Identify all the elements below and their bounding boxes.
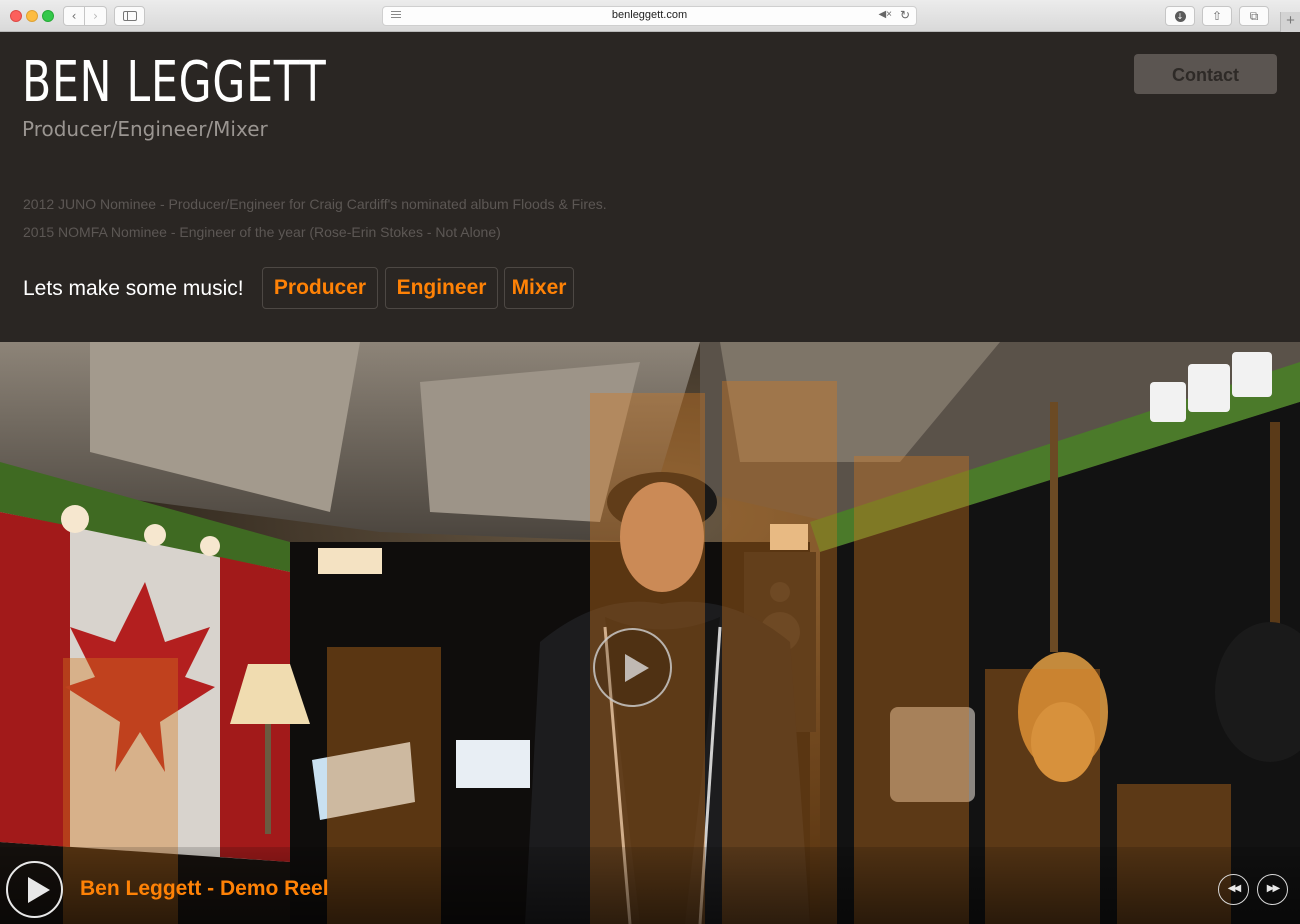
audio-player-bar: Ben Leggett - Demo Reel ◀◀ ▶▶ <box>0 847 1300 924</box>
site-logo[interactable]: BEN LEGGETT <box>22 48 327 118</box>
address-bar[interactable]: benleggett.com ◀× ↻ <box>382 6 917 26</box>
chevron-left-icon: ‹ <box>71 9 77 23</box>
rewind-button[interactable]: ◀◀ <box>1218 874 1249 905</box>
zoom-window-button[interactable] <box>42 10 54 22</box>
new-tab-button[interactable]: + <box>1280 12 1300 32</box>
site-subtitle: Producer/Engineer/Mixer <box>22 117 268 141</box>
play-icon <box>625 654 649 682</box>
track-title: Ben Leggett - Demo Reel <box>80 877 329 900</box>
tagline: Lets make some music! <box>23 277 244 300</box>
browser-toolbar: ‹ › benleggett.com ◀× ↻ ↓ ⇧ ⧉ + <box>0 0 1300 32</box>
chevron-right-icon: › <box>93 9 98 23</box>
show-tabs-button[interactable]: ⧉ <box>1239 6 1269 26</box>
sidebar-icon <box>122 11 137 21</box>
tabs-icon: ⧉ <box>1249 8 1259 23</box>
play-icon <box>28 877 50 903</box>
producer-button[interactable]: Producer <box>262 267 378 309</box>
sidebar-button[interactable] <box>114 6 145 26</box>
award-line: 2012 JUNO Nominee - Producer/Engineer fo… <box>23 196 607 212</box>
reload-icon[interactable]: ↻ <box>900 8 910 22</box>
overlay-play-button[interactable] <box>593 628 672 707</box>
award-line: 2015 NOMFA Nominee - Engineer of the yea… <box>23 224 501 240</box>
contact-button[interactable]: Contact <box>1134 54 1277 94</box>
speaker-mute-icon[interactable]: ◀× <box>878 9 892 20</box>
studio-hero-image: Ben Leggett - Demo Reel ◀◀ ▶▶ <box>0 342 1300 924</box>
rewind-icon: ◀◀ <box>1227 883 1241 894</box>
url-text: benleggett.com <box>611 9 688 21</box>
engineer-button[interactable]: Engineer <box>385 267 498 309</box>
download-icon: ↓ <box>1174 10 1186 22</box>
close-window-button[interactable] <box>10 10 22 22</box>
minimize-window-button[interactable] <box>26 10 38 22</box>
play-button[interactable] <box>6 861 63 918</box>
visualizer-bar <box>722 381 837 924</box>
plus-icon: + <box>1286 12 1295 29</box>
fast-forward-button[interactable]: ▶▶ <box>1257 874 1288 905</box>
forward-button[interactable]: › <box>85 6 107 26</box>
downloads-button[interactable]: ↓ <box>1165 6 1195 26</box>
share-button[interactable]: ⇧ <box>1202 6 1232 26</box>
mixer-button[interactable]: Mixer <box>504 267 574 309</box>
back-button[interactable]: ‹ <box>63 6 85 26</box>
share-icon: ⇧ <box>1211 9 1223 23</box>
fast-forward-icon: ▶▶ <box>1266 883 1280 894</box>
